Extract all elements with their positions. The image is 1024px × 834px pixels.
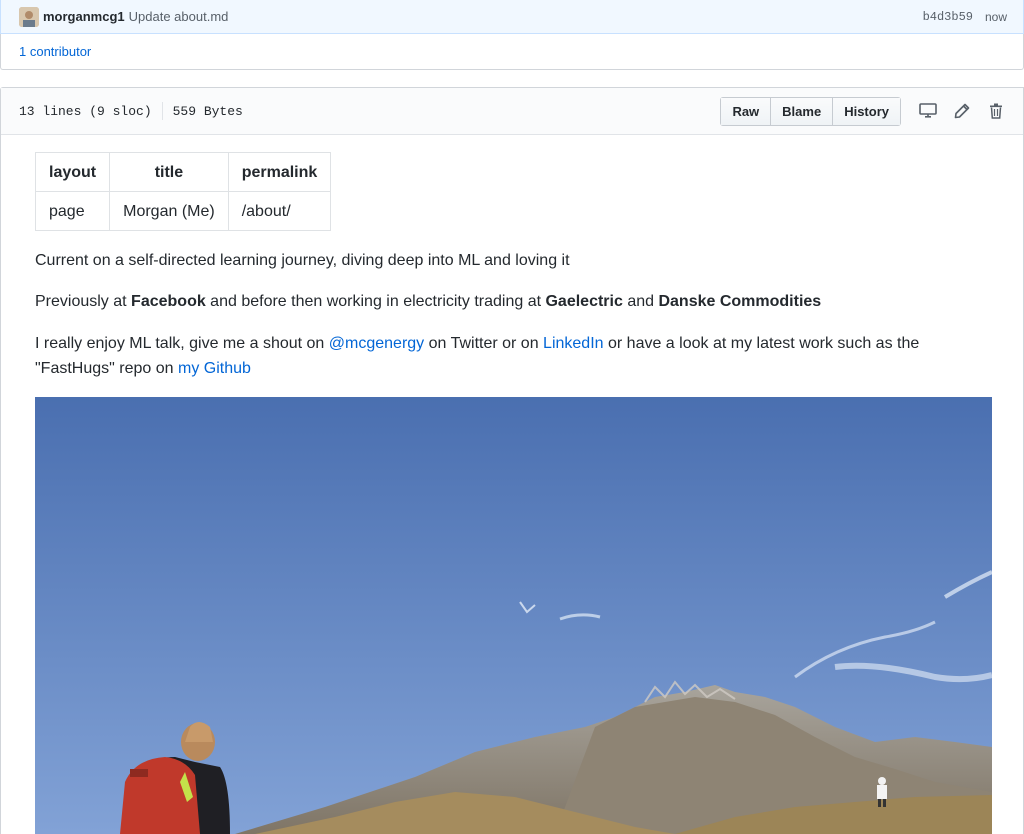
commit-author-link[interactable]: morganmcg1: [43, 9, 125, 24]
table-cell: page: [34, 191, 111, 231]
rendered-markdown: layout title permalink page Morgan (Me) …: [34, 152, 991, 231]
table-cell: Morgan (Me): [109, 191, 229, 231]
intro-paragraph: Current on a self-directed learning jour…: [35, 252, 570, 269]
mountain-photo: [35, 397, 992, 834]
contributors-bar: 1 contributor: [0, 34, 1024, 70]
text-span: and before then working in electricity t…: [205, 293, 546, 310]
text-span: and: [622, 293, 659, 310]
table-header-cell: permalink: [227, 152, 332, 192]
latest-commit-bar: morganmcg1 Update about.md b4d3b59 now: [0, 0, 1024, 34]
twitter-link[interactable]: @mcgenergy: [329, 335, 424, 352]
file-size: 559 Bytes: [172, 103, 243, 119]
history-button[interactable]: History: [833, 97, 900, 125]
text-span: on Twitter or on: [424, 335, 544, 352]
front-matter-table: layout title permalink page Morgan (Me) …: [34, 152, 332, 231]
contact-paragraph: I really enjoy ML talk, give me a shout …: [35, 331, 991, 381]
linkedin-link[interactable]: LinkedIn: [543, 335, 604, 352]
file-line-count: 13 lines (9 sloc): [19, 103, 152, 119]
file-actions-group: Raw Blame History: [720, 96, 901, 126]
blame-button[interactable]: Blame: [771, 97, 834, 125]
facebook-text: Facebook: [131, 293, 206, 310]
author-avatar[interactable]: [19, 6, 39, 27]
gaelectric-text: Gaelectric: [545, 293, 623, 310]
commit-sha-link[interactable]: b4d3b59: [923, 10, 973, 24]
previously-paragraph: Previously at Facebook and before then w…: [35, 289, 991, 314]
trash-icon[interactable]: [979, 96, 1013, 126]
table-header-cell: title: [109, 152, 229, 192]
text-span: Previously at: [35, 293, 132, 310]
table-header-row: layout title permalink: [34, 152, 332, 192]
desktop-icon[interactable]: [911, 96, 945, 126]
danske-text: Danske Commodities: [658, 293, 822, 310]
text-span: I really enjoy ML talk, give me a shout …: [35, 335, 329, 352]
raw-button[interactable]: Raw: [721, 97, 772, 125]
commit-message-link[interactable]: Update about.md: [129, 9, 229, 24]
pencil-icon[interactable]: [945, 96, 979, 126]
table-header-cell: layout: [34, 152, 111, 192]
file-header: 13 lines (9 sloc) 559 Bytes Raw Blame Hi…: [1, 88, 1023, 135]
table-cell: /about/: [227, 191, 332, 231]
table-row: page Morgan (Me) /about/: [34, 191, 332, 231]
contributors-link[interactable]: 1 contributor: [19, 44, 91, 59]
file-info-divider: [161, 102, 163, 120]
github-link[interactable]: my Github: [178, 360, 251, 377]
commit-time: now: [984, 9, 1007, 24]
